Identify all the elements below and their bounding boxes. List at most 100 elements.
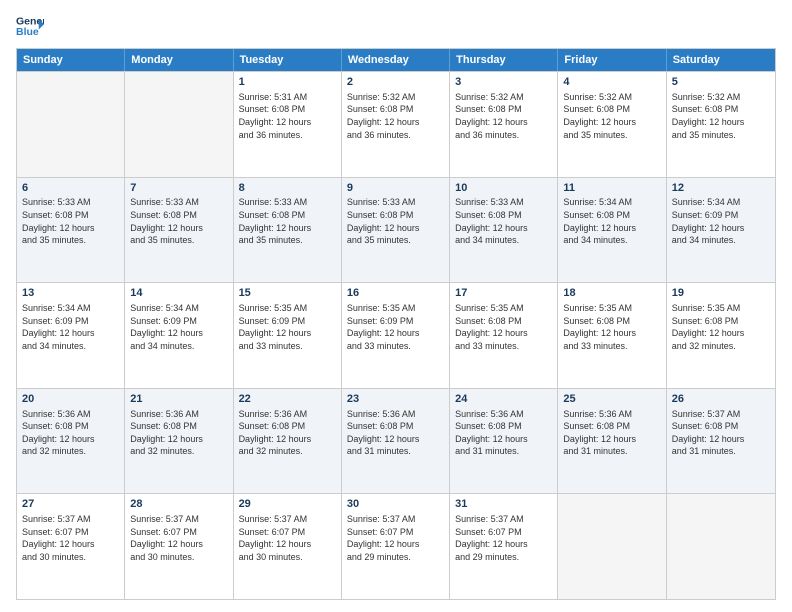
cell-info: Sunrise: 5:35 AM Sunset: 6:09 PM Dayligh… (347, 302, 444, 352)
calendar-cell: 14Sunrise: 5:34 AM Sunset: 6:09 PM Dayli… (125, 283, 233, 388)
page: General Blue SundayMondayTuesdayWednesda… (0, 0, 792, 612)
day-number: 28 (130, 497, 227, 512)
calendar-cell: 2Sunrise: 5:32 AM Sunset: 6:08 PM Daylig… (342, 72, 450, 177)
calendar-cell: 1Sunrise: 5:31 AM Sunset: 6:08 PM Daylig… (234, 72, 342, 177)
calendar-cell: 30Sunrise: 5:37 AM Sunset: 6:07 PM Dayli… (342, 494, 450, 599)
cell-info: Sunrise: 5:37 AM Sunset: 6:08 PM Dayligh… (672, 408, 770, 458)
day-number: 25 (563, 392, 660, 407)
cell-info: Sunrise: 5:37 AM Sunset: 6:07 PM Dayligh… (22, 513, 119, 563)
weekday-header: Tuesday (234, 49, 342, 71)
cell-info: Sunrise: 5:37 AM Sunset: 6:07 PM Dayligh… (130, 513, 227, 563)
calendar-cell: 18Sunrise: 5:35 AM Sunset: 6:08 PM Dayli… (558, 283, 666, 388)
day-number: 12 (672, 181, 770, 196)
svg-text:Blue: Blue (16, 26, 39, 38)
calendar-cell: 19Sunrise: 5:35 AM Sunset: 6:08 PM Dayli… (667, 283, 775, 388)
day-number: 18 (563, 286, 660, 301)
cell-info: Sunrise: 5:37 AM Sunset: 6:07 PM Dayligh… (239, 513, 336, 563)
cell-info: Sunrise: 5:36 AM Sunset: 6:08 PM Dayligh… (455, 408, 552, 458)
day-number: 29 (239, 497, 336, 512)
calendar-cell: 3Sunrise: 5:32 AM Sunset: 6:08 PM Daylig… (450, 72, 558, 177)
cell-info: Sunrise: 5:36 AM Sunset: 6:08 PM Dayligh… (347, 408, 444, 458)
cell-info: Sunrise: 5:33 AM Sunset: 6:08 PM Dayligh… (130, 196, 227, 246)
day-number: 20 (22, 392, 119, 407)
calendar-cell (558, 494, 666, 599)
day-number: 11 (563, 181, 660, 196)
calendar-cell: 23Sunrise: 5:36 AM Sunset: 6:08 PM Dayli… (342, 389, 450, 494)
calendar-cell (17, 72, 125, 177)
cell-info: Sunrise: 5:33 AM Sunset: 6:08 PM Dayligh… (347, 196, 444, 246)
calendar-cell: 7Sunrise: 5:33 AM Sunset: 6:08 PM Daylig… (125, 178, 233, 283)
day-number: 27 (22, 497, 119, 512)
day-number: 16 (347, 286, 444, 301)
cell-info: Sunrise: 5:35 AM Sunset: 6:08 PM Dayligh… (455, 302, 552, 352)
logo: General Blue (16, 12, 44, 40)
day-number: 5 (672, 75, 770, 90)
cell-info: Sunrise: 5:35 AM Sunset: 6:08 PM Dayligh… (672, 302, 770, 352)
calendar-cell: 16Sunrise: 5:35 AM Sunset: 6:09 PM Dayli… (342, 283, 450, 388)
day-number: 9 (347, 181, 444, 196)
cell-info: Sunrise: 5:35 AM Sunset: 6:08 PM Dayligh… (563, 302, 660, 352)
day-number: 2 (347, 75, 444, 90)
day-number: 24 (455, 392, 552, 407)
day-number: 22 (239, 392, 336, 407)
calendar-row: 6Sunrise: 5:33 AM Sunset: 6:08 PM Daylig… (17, 177, 775, 283)
day-number: 15 (239, 286, 336, 301)
weekday-header: Monday (125, 49, 233, 71)
calendar-cell: 6Sunrise: 5:33 AM Sunset: 6:08 PM Daylig… (17, 178, 125, 283)
day-number: 3 (455, 75, 552, 90)
calendar-cell: 25Sunrise: 5:36 AM Sunset: 6:08 PM Dayli… (558, 389, 666, 494)
day-number: 4 (563, 75, 660, 90)
calendar-cell: 9Sunrise: 5:33 AM Sunset: 6:08 PM Daylig… (342, 178, 450, 283)
calendar-cell: 10Sunrise: 5:33 AM Sunset: 6:08 PM Dayli… (450, 178, 558, 283)
day-number: 8 (239, 181, 336, 196)
calendar-row: 1Sunrise: 5:31 AM Sunset: 6:08 PM Daylig… (17, 71, 775, 177)
calendar-cell: 29Sunrise: 5:37 AM Sunset: 6:07 PM Dayli… (234, 494, 342, 599)
cell-info: Sunrise: 5:33 AM Sunset: 6:08 PM Dayligh… (22, 196, 119, 246)
cell-info: Sunrise: 5:33 AM Sunset: 6:08 PM Dayligh… (239, 196, 336, 246)
calendar-cell: 12Sunrise: 5:34 AM Sunset: 6:09 PM Dayli… (667, 178, 775, 283)
cell-info: Sunrise: 5:34 AM Sunset: 6:08 PM Dayligh… (563, 196, 660, 246)
cell-info: Sunrise: 5:31 AM Sunset: 6:08 PM Dayligh… (239, 91, 336, 141)
weekday-header: Wednesday (342, 49, 450, 71)
cell-info: Sunrise: 5:35 AM Sunset: 6:09 PM Dayligh… (239, 302, 336, 352)
calendar-cell: 8Sunrise: 5:33 AM Sunset: 6:08 PM Daylig… (234, 178, 342, 283)
day-number: 21 (130, 392, 227, 407)
calendar-row: 13Sunrise: 5:34 AM Sunset: 6:09 PM Dayli… (17, 282, 775, 388)
cell-info: Sunrise: 5:34 AM Sunset: 6:09 PM Dayligh… (22, 302, 119, 352)
day-number: 30 (347, 497, 444, 512)
day-number: 14 (130, 286, 227, 301)
calendar-cell: 24Sunrise: 5:36 AM Sunset: 6:08 PM Dayli… (450, 389, 558, 494)
cell-info: Sunrise: 5:32 AM Sunset: 6:08 PM Dayligh… (672, 91, 770, 141)
cell-info: Sunrise: 5:33 AM Sunset: 6:08 PM Dayligh… (455, 196, 552, 246)
weekday-header: Saturday (667, 49, 775, 71)
cell-info: Sunrise: 5:34 AM Sunset: 6:09 PM Dayligh… (130, 302, 227, 352)
cell-info: Sunrise: 5:32 AM Sunset: 6:08 PM Dayligh… (563, 91, 660, 141)
weekday-header: Sunday (17, 49, 125, 71)
cell-info: Sunrise: 5:32 AM Sunset: 6:08 PM Dayligh… (347, 91, 444, 141)
cell-info: Sunrise: 5:37 AM Sunset: 6:07 PM Dayligh… (455, 513, 552, 563)
cell-info: Sunrise: 5:36 AM Sunset: 6:08 PM Dayligh… (130, 408, 227, 458)
calendar-cell: 11Sunrise: 5:34 AM Sunset: 6:08 PM Dayli… (558, 178, 666, 283)
calendar-row: 20Sunrise: 5:36 AM Sunset: 6:08 PM Dayli… (17, 388, 775, 494)
calendar-cell: 27Sunrise: 5:37 AM Sunset: 6:07 PM Dayli… (17, 494, 125, 599)
calendar-cell: 4Sunrise: 5:32 AM Sunset: 6:08 PM Daylig… (558, 72, 666, 177)
day-number: 6 (22, 181, 119, 196)
calendar-cell (125, 72, 233, 177)
cell-info: Sunrise: 5:36 AM Sunset: 6:08 PM Dayligh… (239, 408, 336, 458)
calendar-cell: 5Sunrise: 5:32 AM Sunset: 6:08 PM Daylig… (667, 72, 775, 177)
day-number: 31 (455, 497, 552, 512)
day-number: 26 (672, 392, 770, 407)
logo-icon: General Blue (16, 12, 44, 40)
cell-info: Sunrise: 5:34 AM Sunset: 6:09 PM Dayligh… (672, 196, 770, 246)
calendar-cell: 15Sunrise: 5:35 AM Sunset: 6:09 PM Dayli… (234, 283, 342, 388)
calendar: SundayMondayTuesdayWednesdayThursdayFrid… (16, 48, 776, 600)
cell-info: Sunrise: 5:36 AM Sunset: 6:08 PM Dayligh… (22, 408, 119, 458)
calendar-body: 1Sunrise: 5:31 AM Sunset: 6:08 PM Daylig… (17, 71, 775, 599)
calendar-header: SundayMondayTuesdayWednesdayThursdayFrid… (17, 49, 775, 71)
weekday-header: Friday (558, 49, 666, 71)
day-number: 1 (239, 75, 336, 90)
calendar-row: 27Sunrise: 5:37 AM Sunset: 6:07 PM Dayli… (17, 493, 775, 599)
day-number: 17 (455, 286, 552, 301)
calendar-cell: 28Sunrise: 5:37 AM Sunset: 6:07 PM Dayli… (125, 494, 233, 599)
day-number: 10 (455, 181, 552, 196)
